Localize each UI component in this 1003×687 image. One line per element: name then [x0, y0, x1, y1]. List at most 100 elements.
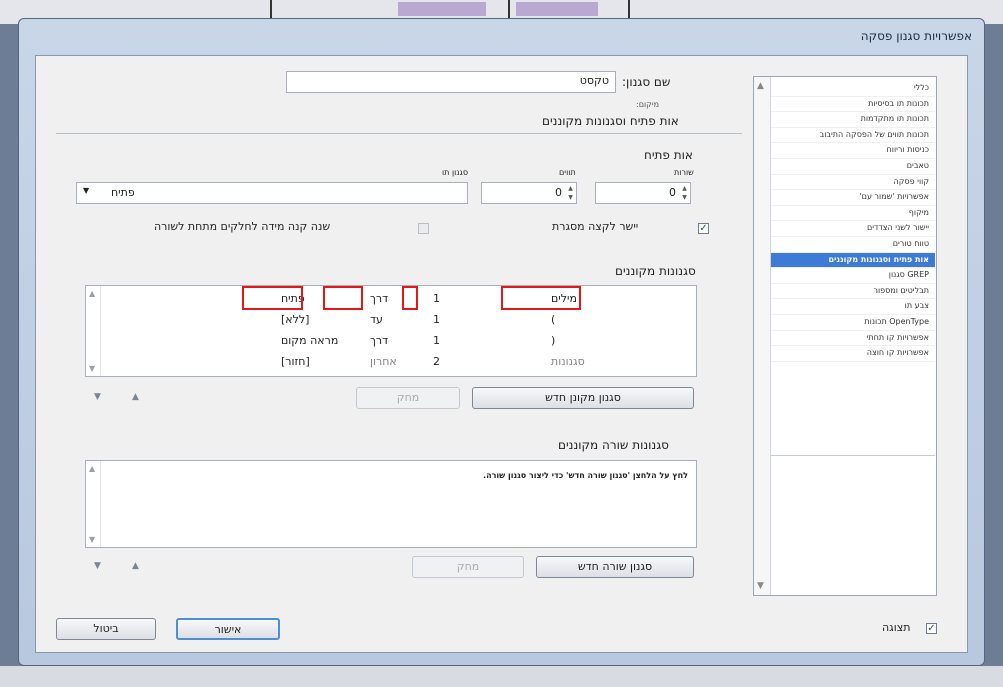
category-item[interactable]: טאבים — [771, 159, 935, 175]
stepper-arrows-icon[interactable]: ▲ ▼ — [680, 184, 689, 202]
delete-line-style-button[interactable]: מחק — [412, 556, 524, 578]
section-separator — [56, 133, 742, 134]
highlight-mode-cell — [323, 286, 363, 310]
nested-mode-cell: אחרון — [370, 355, 397, 368]
table-row[interactable]: מראה מקום דרך 1 ( — [101, 332, 696, 352]
dialog-client: ▲ ▼ כללי תכונות תו בסיסיות תכונות תו מתקדמ… — [35, 55, 968, 653]
category-item[interactable]: תכונות תווים של הפסקה התיבוב — [771, 128, 935, 144]
scroll-down-icon[interactable]: ▼ — [757, 581, 764, 591]
nested-styles-title: סגנונות מקוננים — [615, 264, 696, 278]
stepper-arrows-icon[interactable]: ▲ ▼ — [566, 184, 575, 202]
category-item[interactable]: תכונות תו מתקדמות — [771, 112, 935, 128]
move-up-icon[interactable]: ▲ — [132, 561, 139, 571]
category-item[interactable]: יישור לשני הצדדים — [771, 221, 935, 237]
align-frame-checkbox[interactable]: ✓ — [698, 223, 709, 234]
new-nested-style-button[interactable]: סגנון מקונן חדש — [472, 387, 694, 409]
category-item[interactable]: כניסות וריווח — [771, 143, 935, 159]
scroll-up-icon[interactable]: ▲ — [89, 289, 95, 298]
nested-line-styles-hint: לחץ על הלחצן 'סגנון שורה חדש' כדי ליצור … — [483, 471, 688, 480]
nested-mode-cell: עד — [370, 313, 383, 326]
category-item[interactable]: מיקוף — [771, 206, 935, 222]
check-icon: ✓ — [927, 623, 936, 634]
nested-style-cell: מראה מקום — [281, 334, 339, 347]
category-item[interactable]: כללי — [771, 81, 935, 97]
category-list[interactable]: ▲ ▼ כללי תכונות תו בסיסיות תכונות תו מתקדמ… — [753, 76, 937, 596]
table-row[interactable]: [חזור] אחרון 2 סגנונות — [101, 353, 696, 373]
nested-unit-cell: ( — [551, 334, 556, 347]
scroll-down-icon[interactable]: ▼ — [89, 535, 95, 544]
highlight-count-cell — [402, 286, 418, 310]
move-down-icon[interactable]: ▼ — [94, 392, 101, 402]
nested-style-cell: [חזור] — [281, 355, 310, 368]
scale-descenders-checkbox[interactable] — [418, 223, 429, 234]
category-item[interactable]: אפשרויות קו חוצה — [771, 346, 935, 362]
chevron-down-icon[interactable]: ▼ — [83, 186, 89, 195]
category-divider — [771, 455, 935, 456]
table-row[interactable]: [ללא] עד 1) — [101, 311, 696, 331]
category-item[interactable]: GREP סגנון — [771, 268, 935, 284]
nested-count-cell: 1 — [433, 292, 440, 305]
nested-mode-cell: דרך — [370, 334, 389, 347]
category-item[interactable]: תכונות תו בסיסיות — [771, 97, 935, 113]
drop-caps-title: אות פתיח — [644, 148, 693, 162]
new-line-style-button[interactable]: סגנון שורה חדש — [536, 556, 694, 578]
highlight-unit-cell — [501, 286, 581, 310]
drop-cap-chars-label: תווים — [559, 168, 576, 177]
nested-unit-cell: ) — [551, 313, 556, 326]
nested-styles-table[interactable]: ▲ ▼ פתיח דרך 1 מילים [ללא] עד 1) מראה מקום דרך 1(… — [85, 285, 697, 377]
bg-window-edge — [270, 0, 272, 20]
category-item[interactable]: OpenType תכונות — [771, 315, 935, 331]
bg-thumbnail — [516, 2, 598, 16]
preview-checkbox[interactable]: ✓ — [926, 623, 937, 634]
check-icon: ✓ — [699, 223, 708, 234]
move-down-icon[interactable]: ▼ — [94, 561, 101, 571]
drop-cap-lines-stepper[interactable]: 0 ▲ ▼ — [595, 182, 691, 204]
nested-unit-cell: סגנונות — [551, 355, 585, 368]
nested-line-styles-box[interactable]: ▲ ▼ לחץ על הלחצן 'סגנון שורה חדש' כדי לי… — [85, 460, 697, 548]
bg-thumbnail — [398, 2, 486, 16]
nested-count-cell: 1 — [433, 334, 440, 347]
align-frame-label: יישר לקצה מסגרת — [552, 220, 639, 233]
nested-line-styles-title: סגנונות שורה מקוננים — [558, 438, 669, 452]
cancel-button[interactable]: ביטול — [56, 618, 156, 640]
title-bar[interactable]: אפשרויות סגנון פסקה — [19, 19, 984, 53]
nested-styles-scrollbar[interactable]: ▲ ▼ — [86, 286, 101, 376]
highlight-style-cell — [242, 286, 303, 310]
nested-count-cell: 1 — [433, 313, 440, 326]
category-item[interactable]: אפשרויות 'שמור עם' — [771, 190, 935, 206]
preview-label: תצוגה — [882, 621, 911, 634]
category-item[interactable]: אות פתיח וסגנונות מקוננים — [771, 252, 935, 269]
section-title: אות פתיח וסגנונות מקוננים — [542, 114, 679, 128]
bg-window-edge — [628, 0, 630, 20]
category-item[interactable]: צבע תו — [771, 299, 935, 315]
drop-cap-chars-value: 0 — [555, 186, 562, 199]
ok-button[interactable]: אישור — [176, 618, 280, 640]
nested-mode-cell: דרך — [370, 292, 389, 305]
category-item[interactable]: אפשרויות קו תחתי — [771, 331, 935, 347]
scroll-down-icon[interactable]: ▼ — [89, 364, 95, 373]
drop-cap-lines-label: שורות — [674, 168, 694, 177]
category-item[interactable]: קווי פסקה — [771, 175, 935, 191]
table-row[interactable]: פתיח דרך 1 מילים — [101, 290, 696, 310]
scroll-up-icon[interactable]: ▲ — [757, 81, 764, 91]
nested-line-styles-scrollbar[interactable]: ▲ ▼ — [86, 461, 101, 547]
category-item[interactable]: טווח טורים — [771, 237, 935, 253]
delete-nested-style-button[interactable]: מחק — [356, 387, 460, 409]
scroll-up-icon[interactable]: ▲ — [89, 464, 95, 473]
drop-cap-char-style-value: פתיח — [111, 186, 135, 199]
scale-descenders-label: שנה קנה מידה לחלקים מתחת לשורה — [154, 220, 331, 233]
category-scrollbar[interactable]: ▲ ▼ — [754, 77, 771, 595]
location-label: מיקום: — [636, 100, 660, 109]
dialog-title: אפשרויות סגנון פסקה — [860, 29, 972, 43]
style-name-field[interactable]: טקסט — [286, 71, 616, 93]
drop-cap-chars-stepper[interactable]: 0 ▲ ▼ — [481, 182, 577, 204]
paragraph-style-options-dialog: אפשרויות סגנון פסקה ▲ ▼ כללי תכונות תו בס… — [18, 18, 985, 666]
drop-cap-char-style-select[interactable]: פתיח ▼ — [76, 182, 468, 204]
bg-window-edge — [508, 0, 510, 20]
nested-style-cell: [ללא] — [281, 313, 310, 326]
drop-cap-lines-value: 0 — [669, 186, 676, 199]
category-item[interactable]: תבליטים ומספור — [771, 284, 935, 300]
move-up-icon[interactable]: ▲ — [132, 392, 139, 402]
drop-cap-char-style-label: סגנון תו — [442, 168, 469, 177]
nested-count-cell: 2 — [433, 355, 440, 368]
